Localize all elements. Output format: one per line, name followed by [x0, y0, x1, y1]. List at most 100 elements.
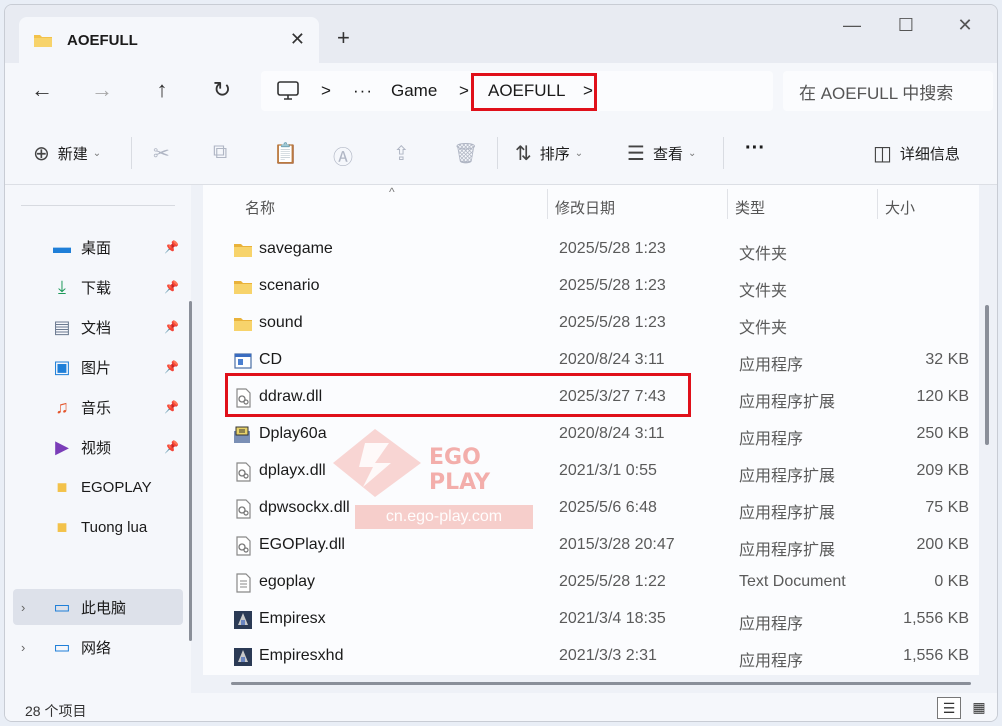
file-type: Text Document [739, 573, 846, 590]
vertical-scrollbar[interactable] [985, 305, 989, 445]
file-row[interactable]: sound 2025/5/28 1:23 文件夹 [225, 305, 975, 342]
rename-button[interactable]: Ⓐ [333, 141, 361, 170]
file-row[interactable]: EGOPlay.dll 2015/3/28 20:47 应用程序扩展 200 KB [225, 527, 975, 564]
file-row[interactable]: savegame 2025/5/28 1:23 文件夹 [225, 231, 975, 268]
column-header-name[interactable]: 名称 [245, 197, 275, 218]
close-window-button[interactable]: ✕ [950, 15, 980, 36]
file-name: Empiresxhd [259, 647, 344, 664]
delete-button[interactable]: 🗑 [453, 141, 486, 166]
file-name: EGOPlay.dll [259, 536, 345, 553]
tab-title: AOEFULL [67, 31, 138, 49]
column-header-date[interactable]: 修改日期 [555, 197, 615, 218]
column-divider[interactable] [727, 189, 728, 219]
column-header-type[interactable]: 类型 [735, 197, 765, 218]
file-size: 209 KB [916, 462, 969, 479]
file-row[interactable]: dplayx.dll 2021/3/1 0:55 应用程序扩展 209 KB [225, 453, 975, 490]
horizontal-scrollbar[interactable] [231, 682, 971, 685]
this-pc-icon: ▭ [53, 596, 71, 617]
trash-icon: 🗑 [453, 143, 479, 165]
pin-icon[interactable]: 📌 [164, 320, 179, 334]
sidebar-item-desktop[interactable]: ▬ 桌面 📌 [19, 229, 183, 265]
forward-button[interactable]: → [87, 77, 117, 103]
sidebar-item-videos[interactable]: ▶ 视频 📌 [19, 429, 183, 465]
file-row[interactable]: scenario 2025/5/28 1:23 文件夹 [225, 268, 975, 305]
file-row[interactable]: Dplay60a 2020/8/24 3:11 应用程序 250 KB [225, 416, 975, 453]
sidebar-item-label: 图片 [81, 359, 112, 377]
sidebar-item-tuong-lua[interactable]: ■ Tuong lua [19, 509, 183, 545]
column-divider[interactable] [547, 189, 548, 219]
file-size: 250 KB [916, 425, 969, 442]
sidebar-item-network[interactable]: › ▭ 网络 [13, 629, 183, 665]
sidebar-item-music[interactable]: ♫ 音乐 📌 [19, 389, 183, 425]
this-pc-icon [277, 81, 299, 100]
back-button[interactable]: ← [27, 77, 57, 103]
file-row[interactable]: egoplay 2025/5/28 1:22 Text Document 0 KB [225, 564, 975, 601]
copy-button[interactable]: ⧉ [213, 141, 235, 164]
sidebar-item-egoplay[interactable]: ■ EGOPLAY [19, 469, 183, 505]
sidebar-item-label: 音乐 [81, 399, 112, 417]
share-button[interactable]: ⇪ [393, 141, 418, 166]
column-header-size[interactable]: 大小 [885, 197, 915, 218]
file-type: 应用程序扩展 [739, 505, 836, 522]
paste-button[interactable]: 📋 [273, 141, 306, 166]
file-size: 32 KB [925, 351, 969, 368]
network-icon: ▭ [53, 636, 71, 657]
sidebar-item-this-pc[interactable]: › ▭ 此电脑 [13, 589, 183, 625]
sort-button[interactable]: ⇅ 排序 ⌄ [515, 141, 583, 166]
new-button[interactable]: ⊕ 新建 ⌄ [33, 141, 101, 166]
view-button[interactable]: ☰ 查看 ⌄ [627, 141, 696, 166]
sidebar-item-label: 网络 [81, 639, 112, 657]
minimize-button[interactable]: — [837, 15, 867, 36]
details-view-button[interactable]: ☰ [937, 697, 961, 719]
share-icon: ⇪ [393, 143, 410, 165]
file-size: 120 KB [916, 388, 969, 405]
pin-icon[interactable]: 📌 [164, 440, 179, 454]
chevron-right-icon[interactable]: › [21, 600, 25, 615]
sidebar-scrollbar[interactable] [189, 301, 192, 641]
file-type: 应用程序扩展 [739, 468, 836, 485]
details-pane-button[interactable]: ◫ 详细信息 [873, 141, 960, 166]
tab-aoefull[interactable]: AOEFULL ✕ [19, 17, 319, 63]
file-date: 2025/5/28 1:23 [559, 314, 666, 331]
file-row[interactable]: Empiresx 2021/3/4 18:35 应用程序 1,556 KB [225, 601, 975, 638]
tiles-view-button[interactable]: ▦ [967, 697, 991, 719]
pin-icon[interactable]: 📌 [164, 360, 179, 374]
breadcrumb-separator[interactable]: > [459, 81, 469, 101]
breadcrumb-separator[interactable]: > [321, 81, 331, 101]
folder-icon [233, 277, 253, 297]
new-tab-button[interactable]: + [337, 25, 350, 51]
close-tab-icon[interactable]: ✕ [290, 29, 305, 50]
file-type: 应用程序扩展 [739, 542, 836, 559]
breadcrumb-game[interactable]: Game [391, 81, 437, 101]
file-type: 应用程序 [739, 653, 804, 670]
chevron-down-icon: ⌄ [574, 148, 584, 159]
desktop-icon: ▬ [53, 236, 71, 257]
file-row[interactable]: dpwsockx.dll 2025/5/6 6:48 应用程序扩展 75 KB [225, 490, 975, 527]
command-bar: ⊕ 新建 ⌄ ✂ ⧉ 📋 Ⓐ ⇪ 🗑 ⇅ 排序 ⌄ ☰ 查看 ⌄ ··· ◫ 详… [5, 119, 997, 185]
file-date: 2025/5/6 6:48 [559, 499, 657, 516]
item-count: 28 个项目 [25, 703, 87, 719]
sidebar-item-label: 下载 [81, 279, 112, 297]
file-date: 2025/5/28 1:23 [559, 277, 666, 294]
maximize-button[interactable]: ☐ [891, 15, 921, 36]
sidebar-item-label: Tuong lua [81, 518, 148, 536]
refresh-button[interactable]: ↻ [207, 77, 237, 103]
more-options-button[interactable]: ··· [745, 137, 765, 160]
download-icon: ⤓ [58, 276, 66, 297]
cut-button[interactable]: ✂ [153, 141, 178, 166]
pin-icon[interactable]: 📌 [164, 400, 179, 414]
column-divider[interactable] [877, 189, 878, 219]
add-circle-icon: ⊕ [33, 143, 50, 165]
sidebar-item-pictures[interactable]: ▣ 图片 📌 [19, 349, 183, 385]
sidebar-item-documents[interactable]: ▤ 文档 📌 [19, 309, 183, 345]
chevron-right-icon[interactable]: › [21, 640, 25, 655]
up-button[interactable]: ↑ [147, 77, 177, 103]
pin-icon[interactable]: 📌 [164, 280, 179, 294]
pin-icon[interactable]: 📌 [164, 240, 179, 254]
sort-icon: ⇅ [515, 143, 532, 165]
sidebar-item-downloads[interactable]: ⤓ 下载 📌 [19, 269, 183, 305]
file-row[interactable]: Empiresxhd 2021/3/3 2:31 应用程序 1,556 KB [225, 638, 975, 675]
search-input[interactable]: 在 AOEFULL 中搜索 [783, 71, 993, 111]
breadcrumb-ellipsis[interactable]: ··· [353, 81, 373, 101]
file-size: 200 KB [916, 536, 969, 553]
